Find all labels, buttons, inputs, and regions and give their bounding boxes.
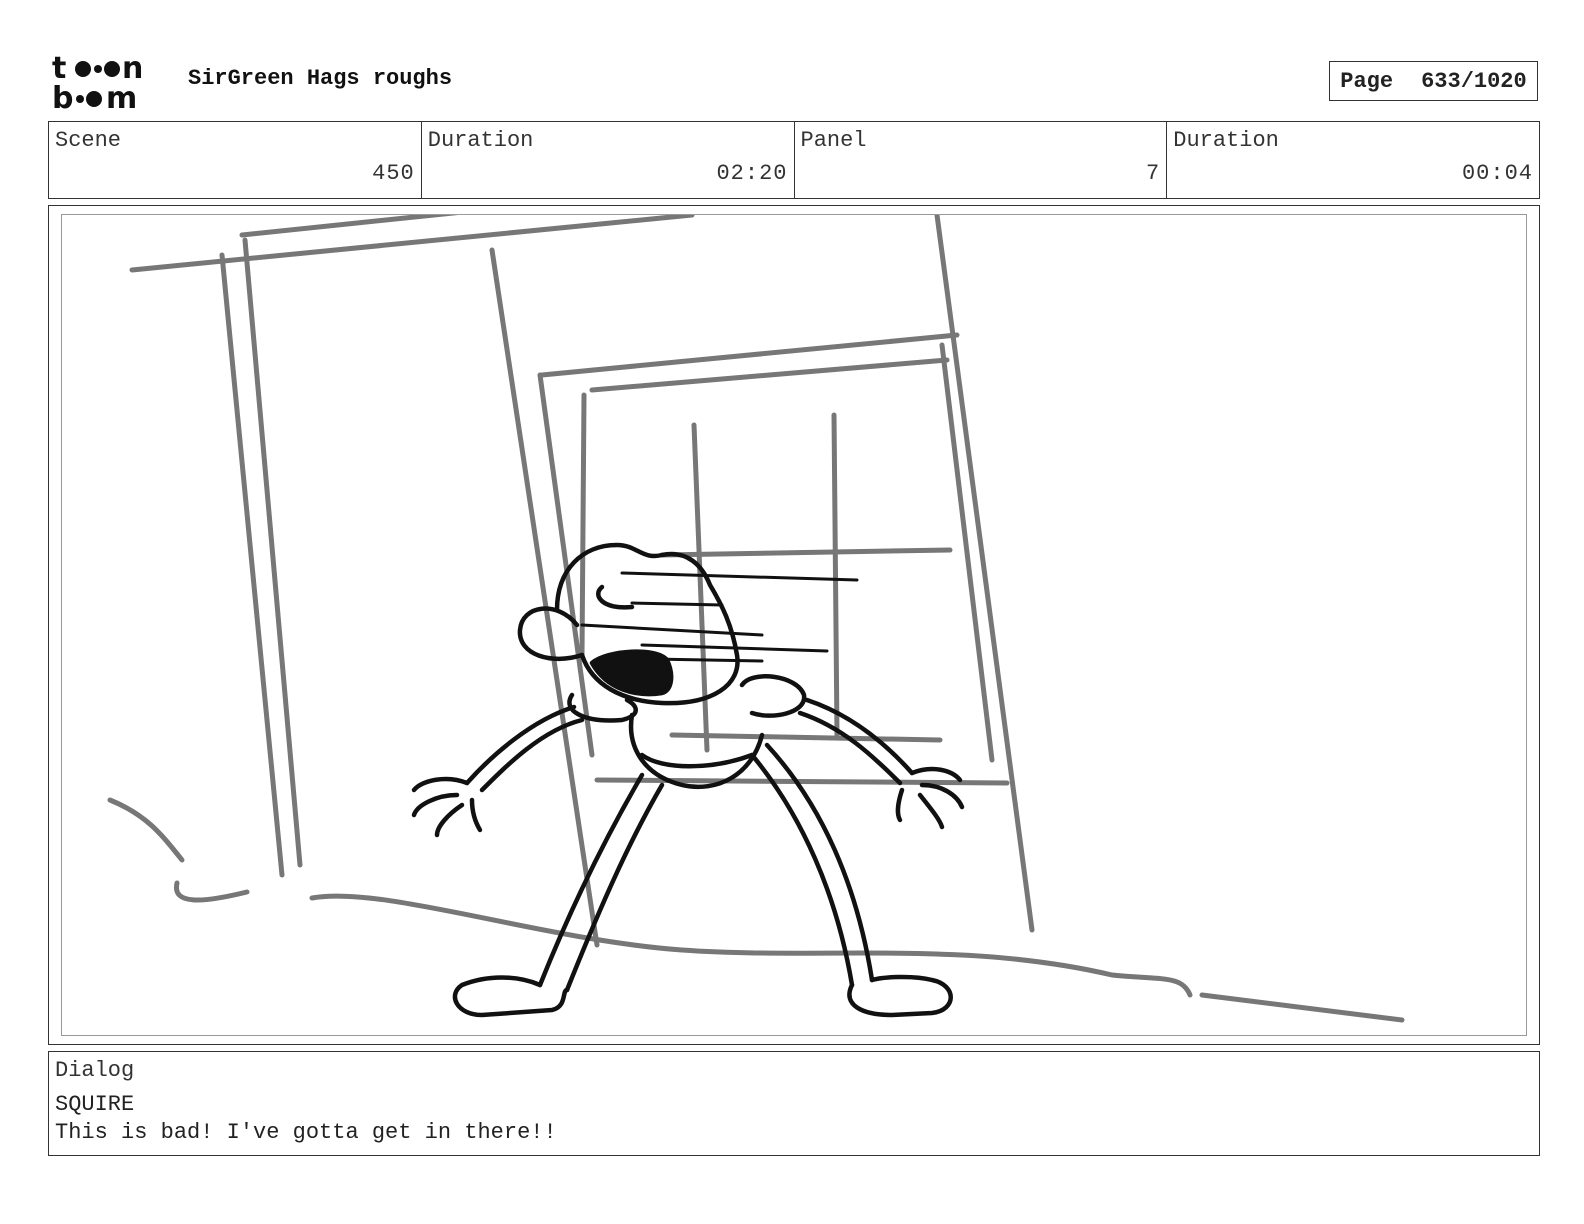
toonboom-logo: t n b m: [52, 52, 143, 112]
page-number: 633/1020: [1421, 68, 1527, 94]
dialog-label: Dialog: [55, 1058, 135, 1083]
scene-duration-cell: Duration 02:20: [422, 122, 795, 198]
panel-info-row: Scene 450 Duration 02:20 Panel 7 Duratio…: [48, 121, 1540, 199]
svg-text:m: m: [106, 81, 137, 112]
project-title: SirGreen Hags roughs: [188, 66, 453, 91]
scene-duration-value: 02:20: [716, 161, 788, 186]
panel-cell: Panel 7: [795, 122, 1168, 198]
scene-label: Scene: [55, 128, 122, 153]
dialog-speaker: SQUIRE: [55, 1092, 135, 1117]
dialog-line: This is bad! I've gotta get in there!!: [55, 1120, 557, 1145]
storyboard-sketch: [107, 215, 1405, 1023]
dialog-box: Dialog SQUIRE This is bad! I've gotta ge…: [48, 1051, 1540, 1156]
panel-duration-cell: Duration 00:04: [1167, 122, 1539, 198]
panel-label: Panel: [800, 128, 867, 153]
panel-duration-value: 00:04: [1461, 161, 1533, 186]
scene-cell: Scene 450: [49, 122, 422, 198]
page-label: Page: [1340, 68, 1394, 94]
panel-value: 7: [1146, 161, 1161, 186]
panel-duration-label: Duration: [1173, 128, 1279, 153]
storyboard-panel: [61, 214, 1527, 1036]
storyboard-panel-frame: [48, 205, 1540, 1045]
svg-text:b: b: [52, 81, 73, 112]
page-indicator: Page 633/1020: [1329, 61, 1538, 101]
scene-value: 450: [372, 161, 415, 186]
scene-duration-label: Duration: [427, 128, 534, 153]
